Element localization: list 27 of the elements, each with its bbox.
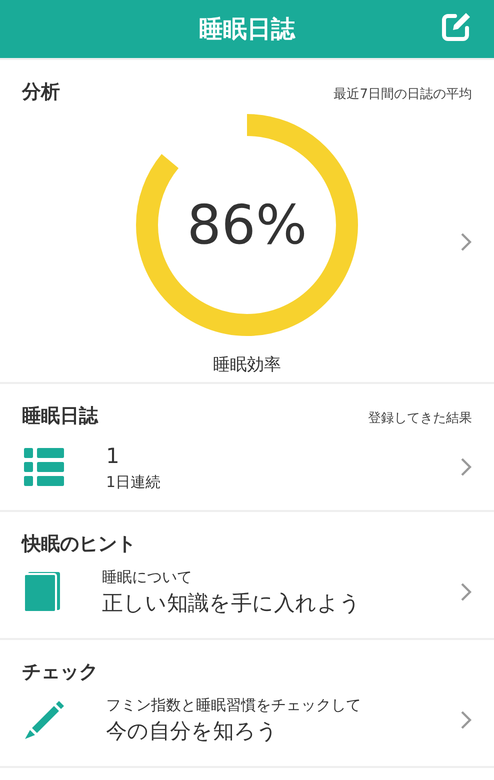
list-icon [24, 448, 64, 486]
card-line: 1 [106, 442, 120, 469]
chevron-right-icon[interactable] [460, 710, 472, 730]
header-title: 睡眠日誌 [199, 14, 295, 45]
card-note: 登録してきた結果 [368, 410, 472, 428]
card-title: 分析 [22, 80, 60, 104]
card-line: 正しい知識を手に入れよう [102, 590, 362, 616]
menu-card[interactable]: 睡眠日誌 登録してきた結果 1 1日連続 [0, 384, 494, 510]
efficiency-label: 睡眠効率 [213, 354, 281, 376]
card-note: 最近7日間の日誌の平均 [334, 86, 472, 104]
edit-icon[interactable] [440, 11, 472, 43]
card-line: 睡眠について [102, 568, 193, 586]
card-line: 今の自分を知ろう [106, 718, 279, 744]
book-icon [24, 572, 60, 612]
card-line: 1日連続 [106, 472, 162, 492]
card-line: フミン指数と睡眠習慣をチェックして [106, 696, 362, 714]
card-title: 睡眠日誌 [22, 404, 98, 428]
efficiency-value: 86% [186, 194, 308, 256]
menu-card[interactable]: チェック フミン指数と睡眠習慣をチェックして 今の自分を知ろう [0, 640, 494, 766]
card-title: 快眠のヒント [22, 532, 136, 556]
menu-card[interactable]: 快眠のヒント 睡眠について 正しい知識を手に入れよう [0, 512, 494, 638]
card-title: チェック [22, 660, 98, 684]
chevron-right-icon[interactable] [460, 232, 472, 252]
chevron-right-icon[interactable] [460, 457, 472, 477]
chevron-right-icon[interactable] [460, 582, 472, 602]
analysis-card[interactable]: 分析 最近7日間の日誌の平均 86% 睡眠効率 [0, 60, 494, 382]
pencil-icon [24, 700, 64, 740]
